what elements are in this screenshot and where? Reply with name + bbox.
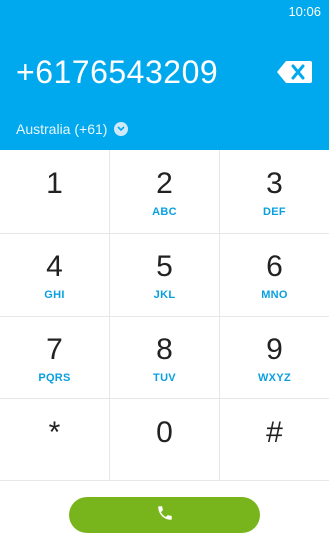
backspace-icon[interactable] [276, 58, 314, 86]
key-5[interactable]: 5 JKL [110, 233, 219, 315]
phone-icon [156, 504, 174, 527]
key-letters: DEF [263, 206, 286, 218]
key-8[interactable]: 8 TUV [110, 316, 219, 398]
key-digit: 7 [46, 333, 63, 366]
key-digit: 9 [266, 333, 283, 366]
key-letters: TUV [153, 372, 176, 384]
dialer-header: 10:06 +6176543209 Australia (+61) [0, 0, 329, 150]
country-label: Australia (+61) [16, 121, 108, 137]
key-9[interactable]: 9 WXYZ [220, 316, 329, 398]
key-digit: 5 [156, 250, 173, 283]
key-digit: 8 [156, 333, 173, 366]
phone-number-display[interactable]: +6176543209 [16, 54, 218, 91]
key-digit: 6 [266, 250, 283, 283]
key-letters: ABC [152, 206, 177, 218]
key-digit: 4 [46, 250, 63, 283]
key-7[interactable]: 7 PQRS [0, 316, 109, 398]
key-digit: 2 [156, 167, 173, 200]
key-letters: PQRS [38, 372, 71, 384]
key-0[interactable]: 0 [110, 399, 219, 481]
keypad: 1 2 ABC 3 DEF 4 GHI 5 JKL 6 MNO 7 PQRS 8… [0, 150, 329, 480]
key-digit: * [48, 416, 61, 449]
key-letters: MNO [261, 289, 288, 301]
key-6[interactable]: 6 MNO [220, 233, 329, 315]
call-button[interactable] [69, 497, 260, 533]
key-3[interactable]: 3 DEF [220, 150, 329, 232]
key-hash[interactable]: # [220, 399, 329, 481]
chevron-down-icon [114, 122, 129, 136]
status-time: 10:06 [288, 4, 321, 19]
key-letters: WXYZ [258, 372, 291, 384]
key-letters: JKL [153, 289, 176, 301]
key-star[interactable]: * [0, 399, 109, 481]
key-letters: GHI [44, 289, 65, 301]
key-digit: 0 [156, 416, 173, 449]
key-1[interactable]: 1 [0, 150, 109, 232]
key-digit: # [266, 416, 283, 449]
key-2[interactable]: 2 ABC [110, 150, 219, 232]
key-digit: 3 [266, 167, 283, 200]
country-selector[interactable]: Australia (+61) [16, 121, 129, 137]
key-4[interactable]: 4 GHI [0, 233, 109, 315]
key-digit: 1 [46, 167, 63, 200]
